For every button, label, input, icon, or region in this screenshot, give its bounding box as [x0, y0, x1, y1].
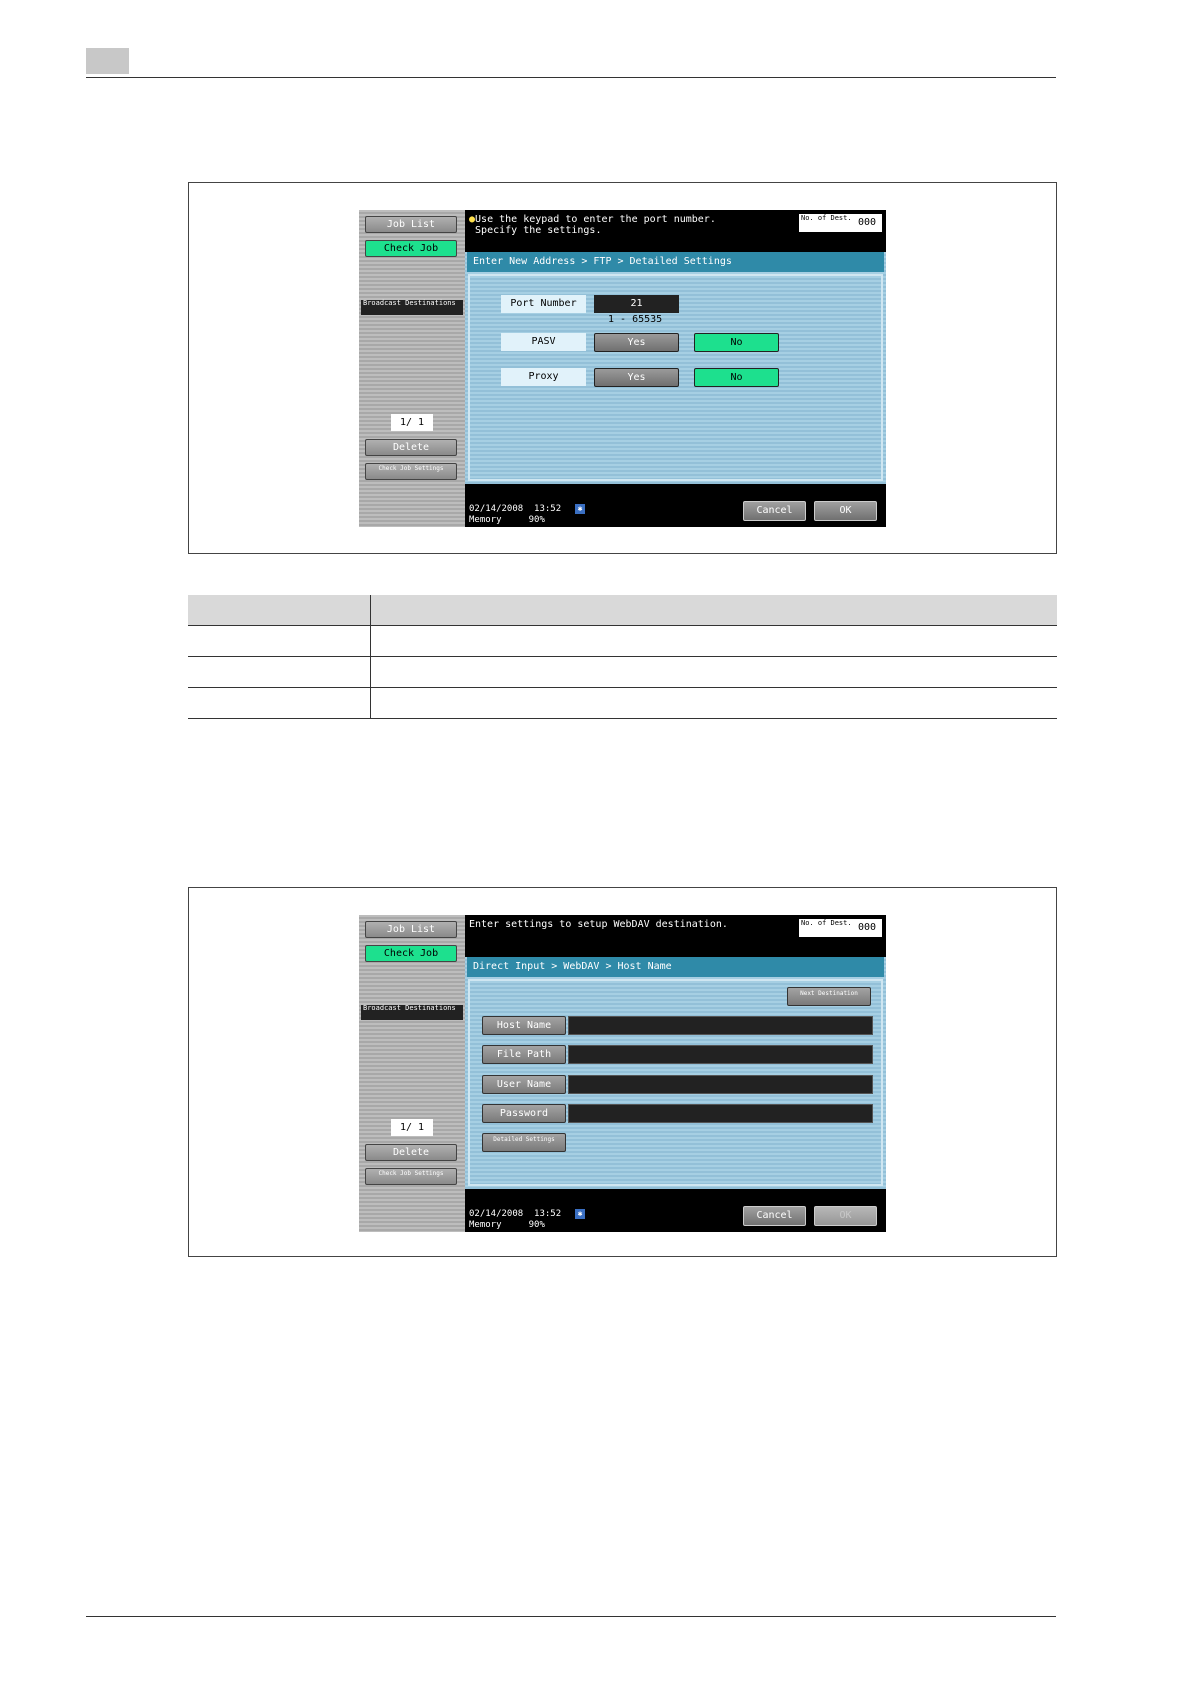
- proxy-label: Proxy: [501, 368, 586, 386]
- broadcast-destinations-label: Broadcast Destinations: [361, 300, 463, 315]
- delete-button[interactable]: Delete: [365, 439, 457, 456]
- status-bar: 02/14/2008 13:52 Memory 90%: [469, 504, 562, 525]
- proxy-yes-button[interactable]: Yes: [594, 368, 679, 387]
- page-indicator: 1/ 1: [391, 1119, 433, 1136]
- host-name-field[interactable]: [568, 1016, 873, 1035]
- main-panel: Enter New Address > FTP > Detailed Setti…: [465, 252, 886, 484]
- file-path-field[interactable]: [568, 1045, 873, 1064]
- main-panel: Direct Input > WebDAV > Host Name Next D…: [465, 957, 886, 1189]
- breadcrumb: Direct Input > WebDAV > Host Name: [467, 957, 884, 977]
- pasv-yes-button[interactable]: Yes: [594, 333, 679, 352]
- status-bar: 02/14/2008 13:52 Memory 90%: [469, 1209, 562, 1230]
- network-icon: ✱: [575, 504, 585, 514]
- password-button[interactable]: Password: [482, 1104, 566, 1123]
- settings-table: [188, 595, 1057, 719]
- network-icon: ✱: [575, 1209, 585, 1219]
- password-field[interactable]: [568, 1104, 873, 1123]
- cancel-button[interactable]: Cancel: [743, 501, 806, 521]
- job-list-button[interactable]: Job List: [365, 216, 457, 233]
- proxy-no-button[interactable]: No: [694, 368, 779, 387]
- delete-button[interactable]: Delete: [365, 1144, 457, 1161]
- left-panel: Job List Check Job Broadcast Destination…: [359, 915, 465, 1232]
- dest-counter: No. of Dest. 000: [799, 919, 882, 937]
- host-name-button[interactable]: Host Name: [482, 1016, 566, 1035]
- pasv-no-button[interactable]: No: [694, 333, 779, 352]
- ok-button[interactable]: OK: [814, 501, 877, 521]
- left-panel: Job List Check Job Broadcast Destination…: [359, 210, 465, 527]
- table-row: [188, 687, 1057, 719]
- user-name-field[interactable]: [568, 1075, 873, 1094]
- file-path-button[interactable]: File Path: [482, 1045, 566, 1064]
- page-indicator: 1/ 1: [391, 414, 433, 431]
- pasv-label: PASV: [501, 333, 586, 351]
- settings-area: Next Destination Host Name File Path Use…: [468, 979, 883, 1186]
- screen-webdav-input: Job List Check Job Broadcast Destination…: [359, 915, 886, 1232]
- broadcast-destinations-label: Broadcast Destinations: [361, 1005, 463, 1020]
- screen-ftp-detailed: Job List Check Job Broadcast Destination…: [359, 210, 886, 527]
- job-list-button[interactable]: Job List: [365, 921, 457, 938]
- table-header-row: [188, 595, 1057, 626]
- check-job-button[interactable]: Check Job: [365, 240, 457, 257]
- check-job-settings-button[interactable]: Check Job Settings: [365, 463, 457, 480]
- table-row: [188, 625, 1057, 657]
- chapter-marker: [86, 48, 129, 74]
- port-number-field[interactable]: 21: [594, 295, 679, 313]
- cancel-button[interactable]: Cancel: [743, 1206, 806, 1226]
- port-range: 1 - 65535: [608, 314, 663, 325]
- table-row: [188, 656, 1057, 688]
- instruction-message: ●Use the keypad to enter the port number…: [469, 214, 716, 236]
- port-number-label: Port Number: [501, 295, 586, 313]
- breadcrumb: Enter New Address > FTP > Detailed Setti…: [467, 252, 884, 272]
- next-destination-button[interactable]: Next Destination: [787, 987, 871, 1006]
- check-job-settings-button[interactable]: Check Job Settings: [365, 1168, 457, 1185]
- user-name-button[interactable]: User Name: [482, 1075, 566, 1094]
- check-job-button[interactable]: Check Job: [365, 945, 457, 962]
- figure-webdav-direct-input: Job List Check Job Broadcast Destination…: [188, 887, 1057, 1257]
- footer-rule: [86, 1616, 1056, 1617]
- figure-ftp-detailed-settings: Job List Check Job Broadcast Destination…: [188, 182, 1057, 554]
- detailed-settings-button[interactable]: Detailed Settings: [482, 1133, 566, 1152]
- header-rule: [86, 77, 1056, 78]
- instruction-message: Enter settings to setup WebDAV destinati…: [469, 919, 728, 930]
- dest-counter: No. of Dest. 000: [799, 214, 882, 232]
- settings-area: Port Number 21 1 - 65535 PASV Yes No Pro…: [468, 274, 883, 481]
- ok-button[interactable]: OK: [814, 1206, 877, 1226]
